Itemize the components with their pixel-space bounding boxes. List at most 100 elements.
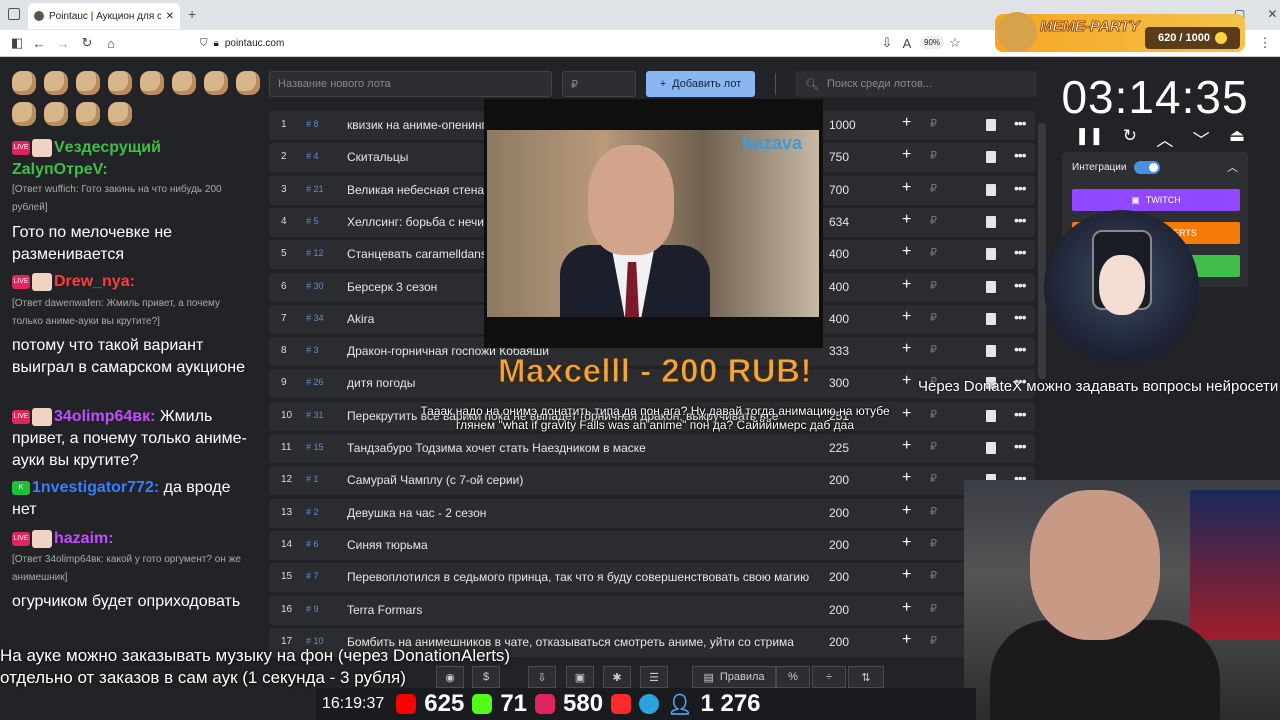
lot-amount[interactable]: 700 [829,183,849,197]
ruble-icon[interactable]: ₽ [930,505,937,518]
more-icon[interactable]: ••• [1014,115,1027,131]
add-amount-icon[interactable]: + [902,211,911,229]
lot-row[interactable]: 12 # 1 Самурай Чамплу (с 7-ой серии) 200 + ₽ •… [269,466,1035,496]
bookmark-star-icon[interactable]: ☆ [946,34,964,52]
download-icon[interactable]: ⇩ [878,34,896,52]
lot-amount[interactable]: 1000 [829,118,856,132]
more-icon[interactable]: ••• [1014,406,1027,422]
search-lots-input[interactable]: 🔍︎ Поиск среди лотов... [795,71,1037,97]
lot-name[interactable]: Девушка на час - 2 сезон [347,506,809,520]
forward-icon[interactable]: → [54,34,72,52]
add-amount-icon[interactable]: + [902,599,911,617]
ruble-icon[interactable]: ₽ [930,246,937,259]
add-amount-icon[interactable]: + [902,437,911,455]
browser-tab[interactable]: Pointauc | Аукцион для стримеров ✕ [28,3,180,29]
lot-amount[interactable]: 750 [829,150,849,164]
trash-icon[interactable] [986,183,996,196]
more-icon[interactable]: ••• [1014,438,1027,454]
trash-icon[interactable] [986,345,996,358]
add-amount-icon[interactable]: + [902,179,911,197]
chevron-down-icon[interactable]: ﹀ [1193,126,1210,151]
more-icon[interactable]: ••• [1014,244,1027,260]
pause-icon[interactable]: ❚❚ [1075,126,1104,151]
reload-icon[interactable]: ↻ [78,34,96,52]
trash-icon[interactable] [986,151,996,164]
ruble-icon[interactable]: ₽ [930,214,937,227]
collapse-chevron-icon[interactable]: ︿ [1227,159,1238,175]
bug-icon[interactable]: ✱ [603,666,631,688]
lot-row[interactable]: 13# 2Девушка на час - 2 сезон200+₽••• [269,498,1035,528]
ruble-icon[interactable]: ₽ [930,117,937,130]
ruble-icon[interactable]: ₽ [930,440,937,453]
lot-row[interactable]: 11 # 15 Тандзабуро Тодзима хочет стать Нае… [269,434,1035,463]
more-icon[interactable]: ••• [1014,180,1027,196]
ruble-icon[interactable]: ₽ [930,569,937,582]
lot-row[interactable]: 15 # 7 Перевоплотился в седьмого принца, т… [269,563,1035,593]
trash-icon[interactable] [986,215,996,228]
trash-icon[interactable] [986,119,996,131]
twitch-button[interactable]: ▣ TWITCH [1072,189,1240,211]
lot-name[interactable]: Перевоплотился в седьмого принца, так чт… [347,570,809,584]
lot-amount[interactable]: 200 [829,538,849,552]
add-lot-button[interactable]: + Добавить лот [646,71,755,97]
add-amount-icon[interactable]: + [902,502,911,520]
trash-icon[interactable] [986,248,996,261]
add-amount-icon[interactable]: + [902,146,911,164]
add-amount-icon[interactable]: + [902,340,911,358]
add-amount-icon[interactable]: + [902,566,911,584]
save-icon[interactable]: ▣ [566,666,594,688]
lot-amount[interactable]: 200 [829,635,849,649]
translate-icon[interactable]: A [898,34,916,52]
back-icon[interactable]: ← [30,34,48,52]
more-icon[interactable]: ••• [1014,212,1027,228]
more-icon[interactable]: ••• [1014,341,1027,357]
add-amount-icon[interactable]: + [902,469,911,487]
percent-icon[interactable]: % [776,666,810,688]
lot-amount[interactable]: 200 [829,603,849,617]
lot-amount[interactable]: 400 [829,247,849,261]
clear-list-icon[interactable]: ☰ [640,666,668,688]
trash-icon[interactable] [986,312,996,325]
add-amount-icon[interactable]: + [902,276,911,294]
lot-amount[interactable]: 200 [829,506,849,520]
ruble-icon[interactable]: ₽ [930,311,937,324]
ruble-icon[interactable]: ₽ [930,472,937,485]
reset-icon[interactable]: ↻ [1123,126,1137,151]
ruble-icon[interactable]: ₽ [930,408,937,421]
amount-input[interactable]: ₽ [562,71,636,97]
eject-icon[interactable]: ⏏ [1229,126,1245,151]
add-amount-icon[interactable]: + [902,631,911,649]
split-icon[interactable]: ÷ [812,666,846,688]
lot-name[interactable]: Самурай Чамплу (с 7-ой серии) [347,473,809,487]
lot-row[interactable]: 16# 9Terra Formars200+₽••• [269,595,1035,625]
integrations-toggle[interactable] [1134,161,1160,174]
lot-row[interactable]: 14# 6Синяя тюрьма200+₽••• [269,530,1035,560]
add-amount-icon[interactable]: + [902,405,911,423]
sort-icon[interactable]: ⇅ [848,666,884,688]
download-icon[interactable]: ⇩ [528,666,556,688]
add-amount-icon[interactable]: + [902,114,911,132]
ruble-icon[interactable]: ₽ [930,634,937,647]
tab-overview-icon[interactable] [8,8,20,20]
lot-name[interactable]: Синяя тюрьма [347,538,809,552]
add-amount-icon[interactable]: + [902,308,911,326]
more-icon[interactable]: ••• [1014,147,1027,163]
ruble-icon[interactable]: ₽ [930,537,937,550]
address-bar[interactable]: ⛉ 🔒︎ pointauc.com [200,34,970,53]
ruble-icon[interactable]: ₽ [930,279,937,292]
trash-icon[interactable] [986,409,996,422]
zoom-level[interactable]: 90% [920,36,945,49]
lot-amount[interactable]: 200 [829,473,849,487]
close-tab-icon[interactable]: ✕ [166,11,174,22]
lot-name[interactable]: Тандзабуро Тодзима хочет стать Наезднико… [347,441,809,455]
rules-button[interactable]: ▤ Правила [692,666,776,688]
lot-name[interactable]: Terra Formars [347,603,809,617]
lots-scrollbar[interactable] [1038,123,1046,379]
sidebar-toggle-icon[interactable]: ◧ [8,34,26,52]
trash-icon[interactable] [986,280,996,293]
ruble-icon[interactable]: ₽ [930,182,937,195]
lot-amount[interactable]: 400 [829,312,849,326]
more-icon[interactable]: ••• [1014,277,1027,293]
home-icon[interactable]: ⌂ [102,34,120,52]
add-amount-icon[interactable]: + [902,243,911,261]
